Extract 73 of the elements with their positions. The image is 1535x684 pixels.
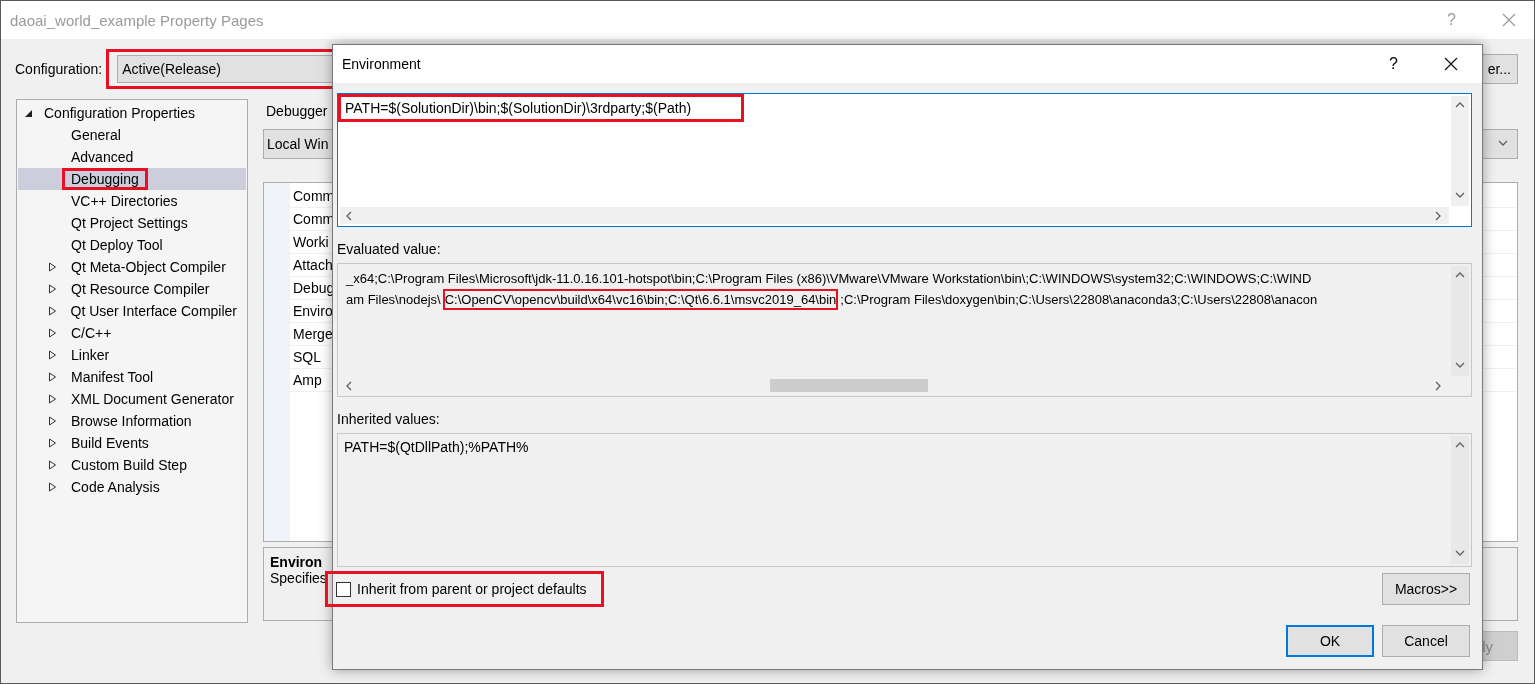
- macros-button[interactable]: Macros>>: [1382, 573, 1470, 605]
- inherited-value-text: PATH=$(QtDllPath);%PATH%: [344, 439, 529, 455]
- tree-item[interactable]: Debugging: [18, 168, 246, 190]
- tree-item[interactable]: Custom Build Step: [18, 454, 246, 476]
- tree-item[interactable]: Qt Deploy Tool: [18, 234, 246, 256]
- tree-item-label: Advanced: [70, 148, 135, 167]
- tree-item-label: Build Events: [70, 434, 150, 453]
- environment-text-field[interactable]: PATH=$(SolutionDir)\bin;$(SolutionDir)\3rdparty;$(Path): [337, 93, 1472, 227]
- vertical-scrollbar[interactable]: [1451, 436, 1469, 564]
- help-button[interactable]: ?: [1389, 55, 1398, 73]
- debugger-label: Debugger: [265, 102, 328, 121]
- tree-item-label: Custom Build Step: [70, 456, 188, 475]
- collapsed-triangle-icon[interactable]: [48, 284, 57, 294]
- horizontal-scrollbar[interactable]: [340, 207, 1449, 224]
- tree-item-label: Qt Project Settings: [70, 214, 189, 233]
- tree-item-label: XML Document Generator: [70, 390, 235, 409]
- vertical-scrollbar[interactable]: [1451, 266, 1469, 376]
- tree-item-label: Qt User Interface Compiler: [69, 302, 238, 321]
- description-title: Environ: [270, 554, 324, 570]
- tree-item[interactable]: C/C++: [18, 322, 246, 344]
- collapsed-triangle-icon[interactable]: [48, 394, 57, 404]
- close-icon[interactable]: [1444, 57, 1458, 71]
- tree-item[interactable]: Qt User Interface Compiler: [18, 300, 246, 322]
- evaluated-value-text: am Files\nodejs\: [345, 291, 442, 309]
- collapsed-triangle-icon[interactable]: [48, 372, 57, 382]
- configuration-label: Configuration:: [15, 61, 103, 77]
- tree-item[interactable]: Advanced: [18, 146, 246, 168]
- cancel-button[interactable]: Cancel: [1382, 625, 1470, 657]
- collapsed-triangle-icon[interactable]: [48, 306, 57, 316]
- tree-item[interactable]: VC++ Directories: [18, 190, 246, 212]
- tree-item-label: Code Analysis: [70, 478, 161, 497]
- collapsed-triangle-icon[interactable]: [48, 482, 57, 492]
- collapsed-triangle-icon[interactable]: [48, 350, 57, 360]
- evaluated-value-text: ;C:\Program Files\doxygen\bin;C:\Users\22808\anaconda3;C:\Users\22808\anacon: [839, 291, 1319, 309]
- tree-item-label: Qt Meta-Object Compiler: [70, 258, 227, 277]
- tree-item[interactable]: General: [18, 124, 246, 146]
- tree-item[interactable]: Qt Resource Compiler: [18, 278, 246, 300]
- inherit-checkbox[interactable]: Inherit from parent or project defaults: [325, 571, 604, 607]
- tree-item[interactable]: Configuration Properties: [18, 102, 246, 124]
- collapsed-triangle-icon[interactable]: [48, 438, 57, 448]
- description-text: Specifies: [270, 570, 327, 586]
- tree-item[interactable]: Build Events: [18, 432, 246, 454]
- tree-item[interactable]: Linker: [18, 344, 246, 366]
- tree-item[interactable]: Manifest Tool: [18, 366, 246, 388]
- tree-item[interactable]: Code Analysis: [18, 476, 246, 498]
- collapsed-triangle-icon[interactable]: [48, 328, 57, 338]
- evaluated-value-text: _x64;C:\Program Files\Microsoft\jdk-11.0.16.101-hotspot\bin;C:\Program Files (x86)\VMware\VMware Workstation\bin\;C:\WINDOWS\system32;C:\WINDOWS;C:\WIND: [344, 270, 1313, 288]
- vertical-scrollbar[interactable]: [1451, 96, 1469, 206]
- tree-item[interactable]: Qt Project Settings: [18, 212, 246, 234]
- tree-item[interactable]: XML Document Generator: [18, 388, 246, 410]
- tree-item-label: General: [70, 126, 122, 145]
- tree-item[interactable]: Qt Meta-Object Compiler: [18, 256, 246, 278]
- tree-item-label: Browse Information: [70, 412, 193, 431]
- tree-item[interactable]: Browse Information: [18, 410, 246, 432]
- tree-item-label: C/C++: [70, 324, 113, 343]
- tree-item-label: Qt Deploy Tool: [70, 236, 164, 255]
- collapsed-triangle-icon[interactable]: [48, 262, 57, 272]
- highlighted-path-text: C:\OpenCV\opencv\build\x64\vc16\bin;C:\Qt\6.6.1\msvc2019_64\bin: [442, 289, 839, 310]
- collapsed-triangle-icon[interactable]: [48, 460, 57, 470]
- tree-item-label: Linker: [70, 346, 111, 365]
- tree-item-label: Configuration Properties: [44, 105, 195, 121]
- inherited-values-label: Inherited values:: [337, 411, 441, 427]
- tree-item-label: VC++ Directories: [70, 192, 179, 211]
- tree-item-label: Debugging: [62, 168, 148, 190]
- evaluated-value-label: Evaluated value:: [337, 241, 442, 257]
- ok-button[interactable]: OK: [1286, 625, 1374, 657]
- tree-item-label: Manifest Tool: [70, 368, 155, 387]
- window-title: daoai_world_example Property Pages: [10, 11, 264, 29]
- collapsed-triangle-icon[interactable]: [48, 416, 57, 426]
- tree-item-label: Qt Resource Compiler: [70, 280, 211, 299]
- expanded-triangle-icon[interactable]: [24, 108, 33, 118]
- environment-value-text: PATH=$(SolutionDir)\bin;$(SolutionDir)\3rdparty;$(Path): [338, 94, 745, 122]
- dialog-title: Environment: [342, 56, 421, 72]
